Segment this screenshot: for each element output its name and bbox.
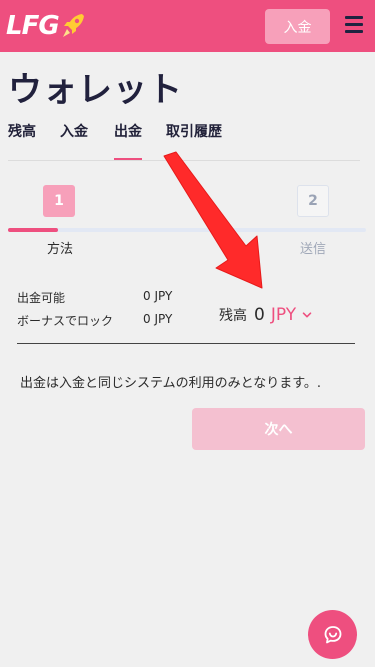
tab-transaction-history[interactable]: 取引履歴 (166, 121, 222, 161)
chat-support-icon (324, 625, 341, 643)
lfg-logo[interactable]: LFG (6, 10, 86, 42)
currency-label: JPY (270, 305, 297, 325)
menu-icon[interactable] (345, 16, 363, 34)
chat-support-button[interactable] (308, 610, 357, 659)
bonus-lock-value: 0 JPY (143, 312, 173, 326)
stepper-progress-track (8, 228, 366, 232)
menu-line (345, 16, 363, 19)
withdraw-note: 出金は入金と同じシステムの利用のみとなります。. (20, 376, 322, 391)
withdrawable-value: 0 JPY (143, 289, 173, 303)
tab-balance[interactable]: 残高 (8, 121, 36, 161)
balance-label: 残高 (219, 308, 247, 324)
step-2-label: 送信 (300, 242, 327, 257)
header-deposit-button[interactable]: 入金 (265, 9, 330, 44)
menu-line (345, 23, 363, 26)
withdrawable-label: 出金可能 (17, 291, 66, 305)
balance-display: 残高 0 JPY (219, 305, 312, 325)
chevron-down-icon (302, 312, 312, 318)
page-title: ウォレット (8, 70, 183, 110)
step-1-number: 1 (43, 185, 75, 217)
tab-deposit[interactable]: 入金 (60, 121, 88, 161)
stepper-progress-fill (8, 228, 59, 232)
withdraw-stepper: 1 2 方法 送信 (0, 185, 375, 265)
balance-value: 0 (254, 305, 265, 325)
bonus-lock-label: ボーナスでロック (17, 314, 114, 328)
step-2-number: 2 (297, 185, 329, 217)
wallet-tabs: 残高 入金 出金 取引履歴 (8, 121, 360, 161)
divider (17, 343, 355, 344)
tab-withdraw[interactable]: 出金 (114, 121, 142, 161)
next-button[interactable]: 次へ (192, 408, 365, 450)
currency-select[interactable]: JPY (271, 305, 312, 325)
rocket-icon (62, 14, 84, 37)
menu-line (345, 30, 363, 33)
step-1-label: 方法 (47, 242, 74, 257)
top-header: LFG 入金 (0, 0, 375, 52)
logo-text: LFG (6, 11, 60, 41)
